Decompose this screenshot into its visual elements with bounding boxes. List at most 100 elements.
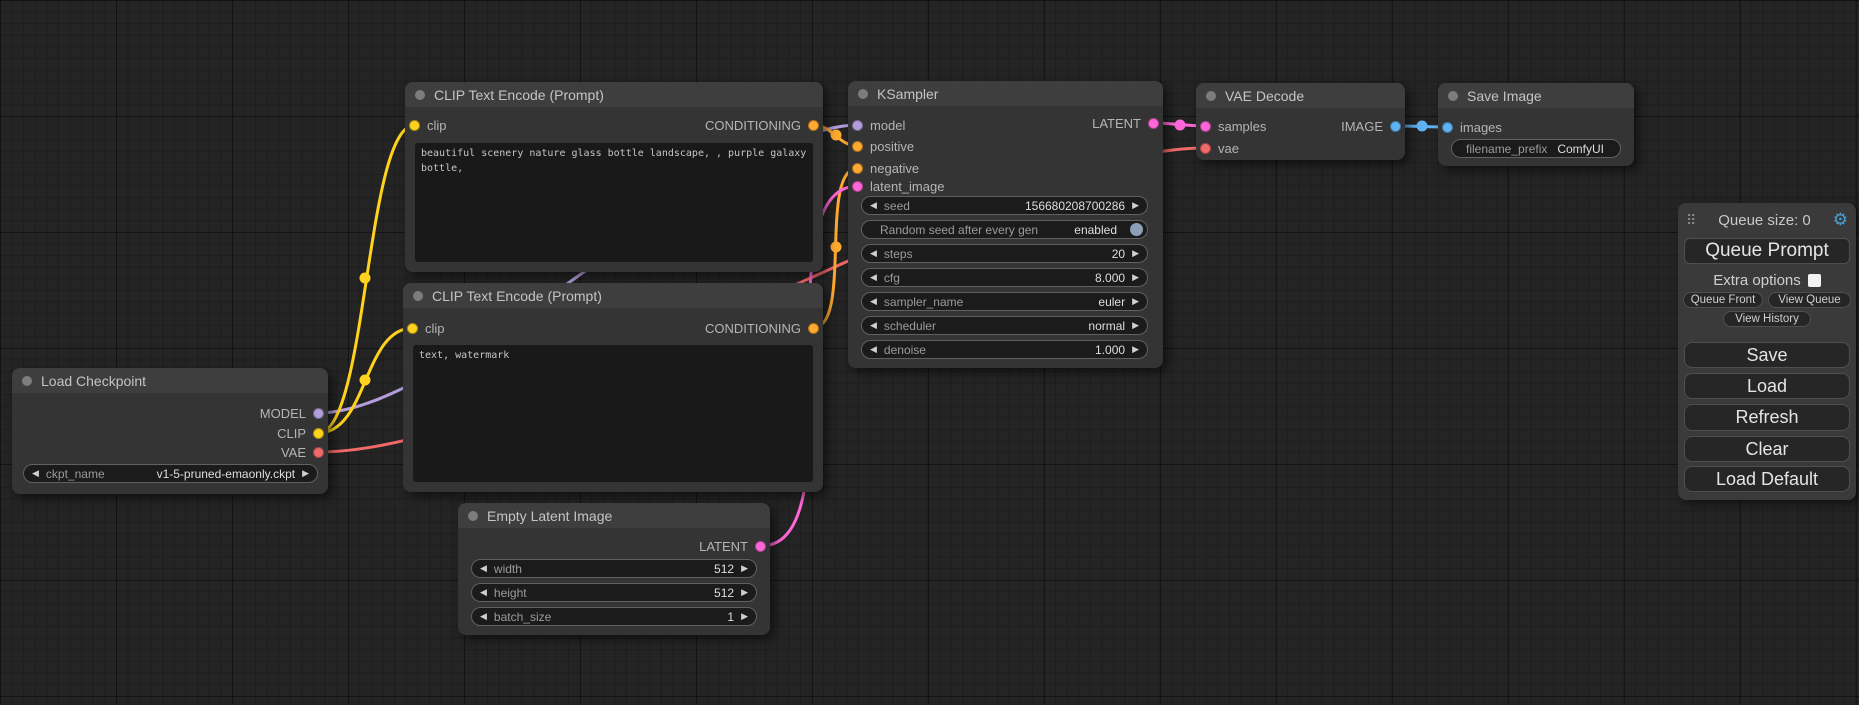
latent-output-port[interactable] [755, 541, 766, 552]
right-arrow-icon[interactable]: ▶ [741, 564, 748, 573]
port-label: VAE [281, 445, 306, 460]
left-arrow-icon[interactable]: ◀ [870, 345, 877, 354]
port-label: IMAGE [1341, 119, 1383, 134]
node-title: Save Image [1467, 88, 1542, 104]
vae-output-port[interactable] [313, 447, 324, 458]
collapse-dot-icon[interactable] [415, 90, 425, 100]
queue-size-label: Queue size: 0 [1696, 212, 1832, 229]
node-save-image[interactable]: Save Image images filename_prefix ComfyU… [1438, 83, 1634, 166]
view-history-button[interactable]: View History [1723, 311, 1811, 327]
load-default-button[interactable]: Load Default [1684, 466, 1850, 492]
positive-input-port[interactable] [852, 141, 863, 152]
link-clip-positive [318, 125, 415, 433]
images-input-port[interactable] [1442, 122, 1453, 133]
link-midpoint-dot [831, 130, 842, 141]
right-arrow-icon[interactable]: ▶ [1132, 321, 1139, 330]
conditioning-output-port[interactable] [808, 323, 819, 334]
scheduler-widget[interactable]: ◀ scheduler normal ▶ [861, 316, 1148, 335]
collapse-dot-icon[interactable] [413, 291, 423, 301]
clip-output-port[interactable] [313, 428, 324, 439]
left-arrow-icon[interactable]: ◀ [480, 588, 487, 597]
left-arrow-icon[interactable]: ◀ [870, 249, 877, 258]
port-label: MODEL [260, 406, 306, 421]
load-button[interactable]: Load [1684, 373, 1850, 399]
right-arrow-icon[interactable]: ▶ [1132, 297, 1139, 306]
right-arrow-icon[interactable]: ▶ [1132, 345, 1139, 354]
sampler-name-widget[interactable]: ◀ sampler_name euler ▶ [861, 292, 1148, 311]
filename-prefix-widget[interactable]: filename_prefix ComfyUI [1451, 139, 1621, 158]
node-ksampler[interactable]: KSampler model positive negative latent_… [848, 81, 1163, 368]
left-arrow-icon[interactable]: ◀ [870, 273, 877, 282]
link-midpoint-dot [360, 273, 371, 284]
height-widget[interactable]: ◀ height 512 ▶ [471, 583, 757, 602]
right-arrow-icon[interactable]: ▶ [1132, 201, 1139, 210]
link-midpoint-dot [360, 375, 371, 386]
seed-widget[interactable]: ◀ seed 156680208700286 ▶ [861, 196, 1148, 215]
port-label: latent_image [870, 179, 944, 194]
settings-gear-icon[interactable]: ⚙ [1833, 210, 1848, 230]
image-output-port[interactable] [1390, 121, 1401, 132]
left-arrow-icon[interactable]: ◀ [480, 564, 487, 573]
clip-input-port[interactable] [407, 323, 418, 334]
node-clip-text-encode-negative[interactable]: CLIP Text Encode (Prompt) clip CONDITION… [403, 283, 823, 492]
collapse-dot-icon[interactable] [1448, 91, 1458, 101]
link-clip-negative [318, 328, 413, 433]
clip-input-port[interactable] [409, 120, 420, 131]
graph-canvas[interactable]: Load Checkpoint MODEL CLIP VAE ◀ ckpt_na… [0, 0, 1859, 705]
extra-options-checkbox[interactable] [1808, 274, 1821, 287]
view-queue-button[interactable]: View Queue [1768, 292, 1851, 308]
ckpt-name-widget[interactable]: ◀ ckpt_name v1-5-pruned-emaonly.ckpt ▶ [23, 464, 318, 483]
right-arrow-icon[interactable]: ▶ [302, 469, 309, 478]
latent-output-port[interactable] [1148, 118, 1159, 129]
right-arrow-icon[interactable]: ▶ [741, 588, 748, 597]
prompt-textarea[interactable]: beautiful scenery nature glass bottle la… [415, 143, 813, 262]
save-button[interactable]: Save [1684, 342, 1850, 368]
random-seed-toggle-widget[interactable]: Random seed after every gen enabled [861, 220, 1148, 239]
queue-panel: ⠿ Queue size: 0 ⚙ Queue Prompt Extra opt… [1678, 203, 1856, 500]
node-empty-latent-image[interactable]: Empty Latent Image LATENT ◀ width 512 ▶ … [458, 503, 770, 635]
node-clip-text-encode-positive[interactable]: CLIP Text Encode (Prompt) clip CONDITION… [405, 82, 823, 272]
left-arrow-icon[interactable]: ◀ [870, 297, 877, 306]
port-label: vae [1218, 141, 1239, 156]
right-arrow-icon[interactable]: ▶ [741, 612, 748, 621]
toggle-icon[interactable] [1130, 223, 1143, 236]
left-arrow-icon[interactable]: ◀ [870, 321, 877, 330]
queue-prompt-button[interactable]: Queue Prompt [1684, 238, 1850, 264]
right-arrow-icon[interactable]: ▶ [1132, 249, 1139, 258]
node-title: Load Checkpoint [41, 373, 146, 389]
queue-front-button[interactable]: Queue Front [1683, 292, 1763, 308]
latent-image-input-port[interactable] [852, 181, 863, 192]
refresh-button[interactable]: Refresh [1684, 404, 1850, 431]
left-arrow-icon[interactable]: ◀ [870, 201, 877, 210]
node-vae-decode[interactable]: VAE Decode samples vae IMAGE [1196, 83, 1405, 160]
node-title: CLIP Text Encode (Prompt) [434, 87, 604, 103]
link-midpoint-dot [831, 242, 842, 253]
node-title: CLIP Text Encode (Prompt) [432, 288, 602, 304]
steps-widget[interactable]: ◀ steps 20 ▶ [861, 244, 1148, 263]
prompt-textarea[interactable]: text, watermark [413, 345, 813, 482]
samples-input-port[interactable] [1200, 121, 1211, 132]
node-load-checkpoint[interactable]: Load Checkpoint MODEL CLIP VAE ◀ ckpt_na… [12, 368, 328, 494]
clear-button[interactable]: Clear [1684, 436, 1850, 462]
model-output-port[interactable] [313, 408, 324, 419]
drag-handle-icon[interactable]: ⠿ [1686, 212, 1696, 229]
model-input-port[interactable] [852, 120, 863, 131]
collapse-dot-icon[interactable] [468, 511, 478, 521]
port-label: positive [870, 139, 914, 154]
port-label: images [1460, 120, 1502, 135]
left-arrow-icon[interactable]: ◀ [480, 612, 487, 621]
negative-input-port[interactable] [852, 163, 863, 174]
cfg-widget[interactable]: ◀ cfg 8.000 ▶ [861, 268, 1148, 287]
right-arrow-icon[interactable]: ▶ [1132, 273, 1139, 282]
port-label: CONDITIONING [705, 118, 801, 133]
link-midpoint-dot [1417, 121, 1428, 132]
width-widget[interactable]: ◀ width 512 ▶ [471, 559, 757, 578]
conditioning-output-port[interactable] [808, 120, 819, 131]
vae-input-port[interactable] [1200, 143, 1211, 154]
collapse-dot-icon[interactable] [22, 376, 32, 386]
collapse-dot-icon[interactable] [858, 89, 868, 99]
collapse-dot-icon[interactable] [1206, 91, 1216, 101]
denoise-widget[interactable]: ◀ denoise 1.000 ▶ [861, 340, 1148, 359]
batch-size-widget[interactable]: ◀ batch_size 1 ▶ [471, 607, 757, 626]
left-arrow-icon[interactable]: ◀ [32, 469, 39, 478]
